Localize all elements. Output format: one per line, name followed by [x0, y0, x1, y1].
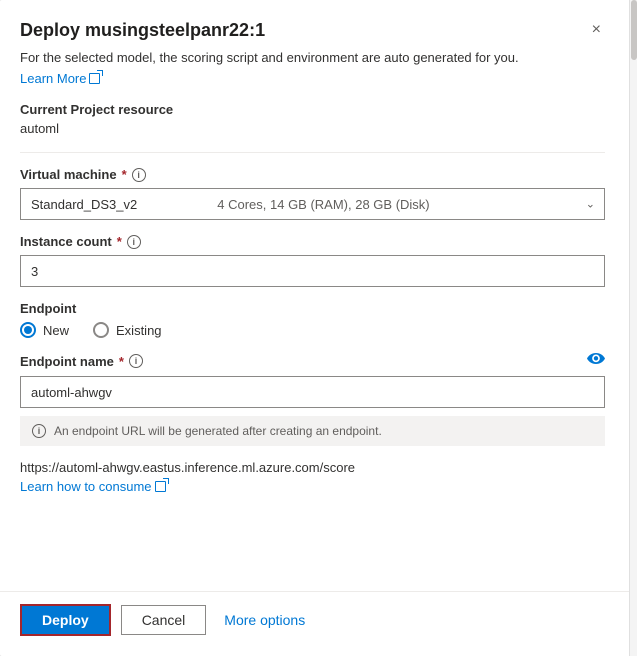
- vm-select[interactable]: Standard_DS3_v2 4 Cores, 14 GB (RAM), 28…: [20, 188, 605, 220]
- radio-new-dot: [24, 326, 32, 334]
- radio-new-input[interactable]: [20, 322, 36, 338]
- endpoint-name-input[interactable]: [20, 376, 605, 408]
- radio-existing-input[interactable]: [93, 322, 109, 338]
- endpoint-label: Endpoint: [20, 301, 605, 316]
- instance-count-info-icon[interactable]: i: [127, 235, 141, 249]
- more-options-button[interactable]: More options: [216, 606, 313, 634]
- divider-1: [20, 152, 605, 153]
- dialog-footer: Deploy Cancel More options: [0, 591, 629, 656]
- scrollbar-thumb: [631, 0, 637, 60]
- radio-existing-label: Existing: [116, 323, 162, 338]
- dialog-header: Deploy musingsteelpanr22:1 ×: [20, 20, 605, 41]
- info-box-text: An endpoint URL will be generated after …: [54, 424, 382, 438]
- endpoint-url: https://automl-ahwgv.eastus.inference.ml…: [20, 460, 605, 475]
- instance-count-group: Instance count * i: [20, 234, 605, 287]
- deploy-button[interactable]: Deploy: [20, 604, 111, 636]
- radio-existing[interactable]: Existing: [93, 322, 162, 338]
- vm-info-icon[interactable]: i: [132, 168, 146, 182]
- vm-description: 4 Cores, 14 GB (RAM), 28 GB (Disk): [217, 197, 429, 212]
- deploy-dialog: Deploy musingsteelpanr22:1 × For the sel…: [0, 0, 637, 656]
- current-project-section: Current Project resource automl: [20, 102, 605, 136]
- current-project-label: Current Project resource: [20, 102, 605, 117]
- current-project-value: automl: [20, 121, 605, 136]
- endpoint-radio-group: New Existing: [20, 322, 605, 338]
- dialog-description: For the selected model, the scoring scri…: [20, 49, 605, 67]
- endpoint-name-required: *: [119, 354, 124, 369]
- vm-selected-label: Standard_DS3_v2: [31, 197, 137, 212]
- info-box-icon: i: [32, 424, 46, 438]
- cancel-button[interactable]: Cancel: [121, 605, 207, 635]
- endpoint-name-group: Endpoint name * i i An endpoint URL will…: [20, 352, 605, 446]
- instance-count-label: Instance count * i: [20, 234, 605, 249]
- vm-required-star: *: [122, 167, 127, 182]
- learn-more-link[interactable]: Learn More: [20, 71, 100, 86]
- instance-count-required: *: [117, 234, 122, 249]
- instance-count-input[interactable]: [20, 255, 605, 287]
- close-button[interactable]: ×: [588, 20, 605, 40]
- endpoint-name-info-icon[interactable]: i: [129, 354, 143, 368]
- radio-new[interactable]: New: [20, 322, 69, 338]
- eye-icon[interactable]: [587, 352, 605, 370]
- endpoint-name-label: Endpoint name * i: [20, 354, 143, 369]
- endpoint-name-row: Endpoint name * i: [20, 352, 605, 370]
- endpoint-section: Endpoint New Existing: [20, 301, 605, 338]
- external-link-icon: [89, 73, 100, 84]
- dialog-title: Deploy musingsteelpanr22:1: [20, 20, 265, 41]
- consume-link[interactable]: Learn how to consume: [20, 479, 166, 494]
- consume-external-icon: [155, 481, 166, 492]
- virtual-machine-group: Virtual machine * i Standard_DS3_v2 4 Co…: [20, 167, 605, 220]
- endpoint-info-box: i An endpoint URL will be generated afte…: [20, 416, 605, 446]
- radio-new-label: New: [43, 323, 69, 338]
- vm-label: Virtual machine * i: [20, 167, 605, 182]
- vm-select-wrapper: Standard_DS3_v2 4 Cores, 14 GB (RAM), 28…: [20, 188, 605, 220]
- scrollbar[interactable]: [629, 0, 637, 656]
